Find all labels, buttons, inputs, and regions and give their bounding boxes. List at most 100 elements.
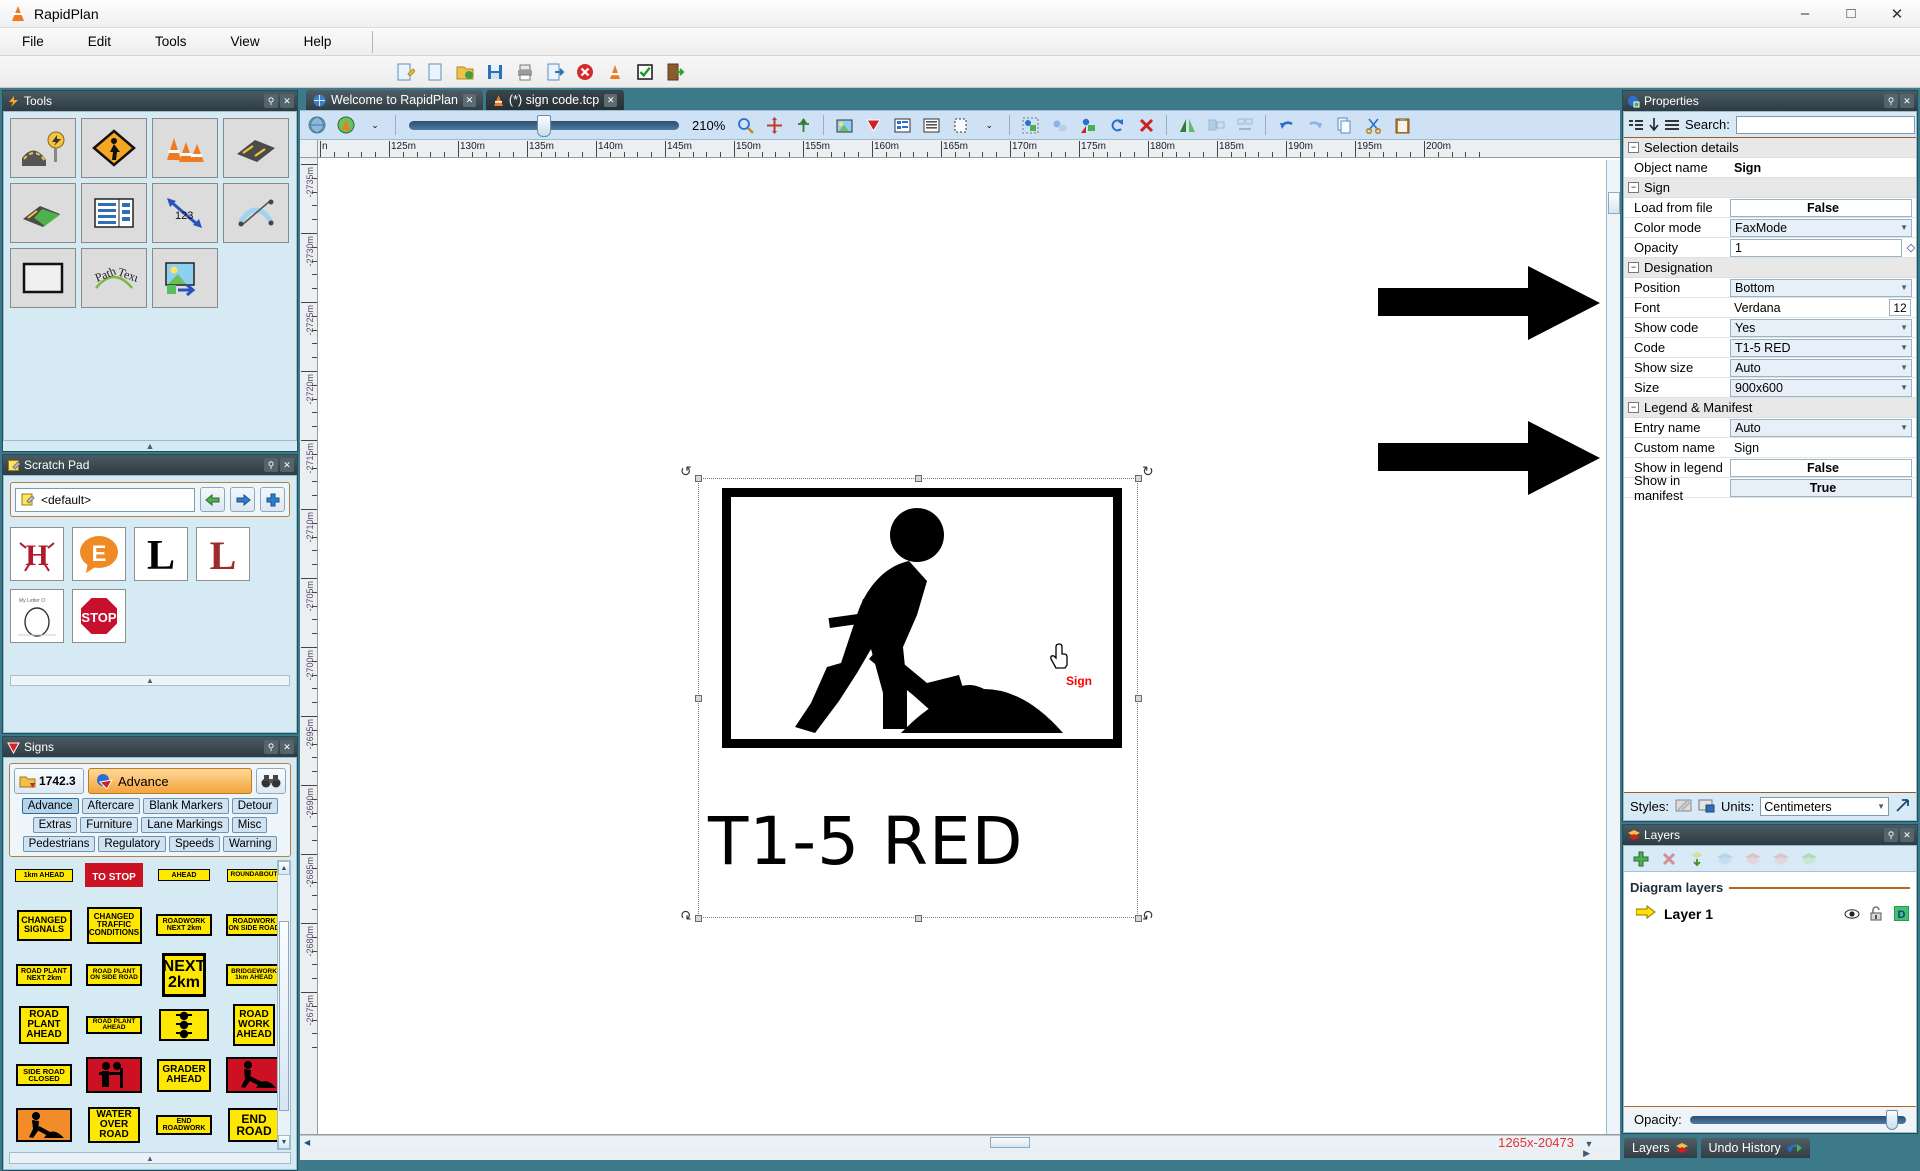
pin-icon[interactable]: ⚲ [264, 458, 278, 472]
chevron-down-icon[interactable]: ⌄ [362, 112, 388, 138]
select-region-icon[interactable] [1017, 112, 1043, 138]
sign-item[interactable]: BRIDGEWORK 1km AHEAD [223, 952, 285, 998]
binoculars-icon[interactable] [256, 768, 286, 794]
delete-icon[interactable] [570, 58, 600, 86]
vertical-ruler[interactable]: -2735m -2730m -2725m -2720m -2715m -2710m -270… [300, 158, 318, 1134]
unlock-icon[interactable] [1868, 905, 1885, 922]
sign-tag-warning[interactable]: Warning [222, 836, 278, 852]
scratch-pad-item[interactable]: H [10, 527, 64, 581]
align-icon[interactable] [1203, 112, 1229, 138]
open-folder-icon[interactable] [450, 58, 480, 86]
property-group-sign[interactable]: − Sign [1624, 178, 1916, 198]
add-layer-icon[interactable] [1632, 850, 1650, 868]
sign-item[interactable]: NEXT 2km [153, 952, 215, 998]
resize-handle-bc[interactable] [915, 915, 922, 922]
worksite-icon[interactable] [333, 112, 359, 138]
close-button[interactable]: ✕ [1874, 0, 1920, 28]
sign-item[interactable]: ROAD PLANT ON SIDE ROAD [83, 952, 145, 998]
sign-tag-blank-markers[interactable]: Blank Markers [143, 798, 229, 814]
sign-tag-speeds[interactable]: Speeds [168, 836, 220, 852]
scratch-pad-prev-button[interactable] [200, 487, 225, 512]
scratch-pad-item[interactable]: L [134, 527, 188, 581]
scratch-pad-add-button[interactable] [260, 487, 285, 512]
delete-layer-icon[interactable] [1660, 850, 1678, 868]
menu-edit[interactable]: Edit [66, 30, 133, 53]
pin-icon[interactable]: ⚲ [264, 740, 278, 754]
property-value-combo[interactable]: Yes ▼ [1730, 318, 1912, 337]
collapse-expander[interactable]: − [1628, 142, 1639, 153]
property-value-combo[interactable]: Auto ▼ [1730, 358, 1912, 377]
sign-item[interactable]: AHEAD [153, 860, 215, 898]
font-size-field[interactable]: 12 [1889, 299, 1911, 316]
tools-collapse-handle[interactable]: ▲ [3, 441, 297, 451]
sign-tag-pedestrians[interactable]: Pedestrians [22, 836, 96, 852]
resize-handle-tl[interactable] [695, 475, 702, 482]
save-icon[interactable] [480, 58, 510, 86]
sign-tag-lane-markings[interactable]: Lane Markings [141, 817, 229, 833]
sign-graphic[interactable] [722, 488, 1122, 748]
property-value-combo[interactable]: 900x600 ▼ [1730, 378, 1912, 397]
property-value-combo[interactable]: FaxMode ▼ [1730, 218, 1912, 237]
ungroup-icon[interactable] [1075, 112, 1101, 138]
sign-item[interactable]: ROAD WORK AHEAD [223, 1002, 285, 1048]
scroll-up-icon[interactable]: ▲ [278, 861, 290, 875]
sign-item[interactable]: SIDE ROAD CLOSED [13, 1052, 75, 1098]
sign-category-button[interactable]: Advance [88, 768, 252, 794]
page-icon[interactable] [947, 112, 973, 138]
cut-icon[interactable] [1360, 112, 1386, 138]
categorized-icon[interactable] [1629, 117, 1643, 133]
image-icon[interactable] [831, 112, 857, 138]
bottom-tab-layers[interactable]: Layers [1624, 1138, 1697, 1158]
copy-icon[interactable] [1331, 112, 1357, 138]
diagram-badge-icon[interactable]: D [1893, 905, 1910, 922]
sign-item[interactable]: ROAD PLANT AHEAD [13, 1002, 75, 1048]
exit-icon[interactable] [660, 58, 690, 86]
spinner-icon[interactable]: ◇ [1906, 241, 1916, 254]
zoom-slider-thumb[interactable] [537, 114, 551, 137]
menu-help[interactable]: Help [282, 30, 354, 53]
tool-curve[interactable] [223, 183, 289, 243]
close-icon[interactable]: ✕ [280, 740, 294, 754]
tool-cones[interactable] [152, 118, 218, 178]
pin-icon[interactable]: ⚲ [1884, 828, 1898, 842]
scratch-pad-item[interactable]: E [72, 527, 126, 581]
pin-icon[interactable]: ⚲ [1884, 94, 1898, 108]
undo-icon[interactable] [1273, 112, 1299, 138]
sign-tag-regulatory[interactable]: Regulatory [98, 836, 166, 852]
sign-item[interactable]: TO STOP [83, 860, 145, 898]
scrollbar-thumb[interactable] [279, 921, 289, 1111]
opacity-slider[interactable] [1689, 1109, 1906, 1130]
tool-mesh-road[interactable] [10, 183, 76, 243]
import-layer-icon[interactable] [1688, 850, 1706, 868]
style-save-icon[interactable] [1698, 798, 1715, 816]
sign-item[interactable]: ROADWORK NEXT 2km [153, 902, 215, 948]
canvas-vertical-scrollbar[interactable] [1606, 160, 1620, 1134]
sign-item[interactable]: GRADER AHEAD [153, 1052, 215, 1098]
property-value-spin[interactable]: 1 [1730, 238, 1902, 257]
rotate-handle-tl[interactable]: ↺ [680, 463, 692, 480]
paste-icon[interactable] [1389, 112, 1415, 138]
horizontal-ruler[interactable]: n 125m 130m 135m 140m 145m 150m 155m 160m 165m 170… [318, 140, 1620, 158]
tool-dimension[interactable]: 123 [152, 183, 218, 243]
scratch-pad-set-combo[interactable]: <default> [15, 487, 195, 512]
signs-horizontal-scrollbar[interactable]: ▲ [9, 1152, 291, 1164]
tab-welcome[interactable]: Welcome to RapidPlan ✕ [306, 90, 483, 110]
sign-tag-extras[interactable]: Extras [32, 817, 78, 833]
move-up-layer-icon[interactable] [1716, 850, 1734, 868]
property-value-toggle[interactable]: True [1730, 478, 1912, 497]
scroll-down-icon[interactable]: ▼ [278, 1135, 290, 1149]
globe-icon[interactable] [304, 112, 330, 138]
sign-item[interactable]: ROADWORK ON SIDE ROAD [223, 902, 285, 948]
menu-view[interactable]: View [209, 30, 282, 53]
canvas-horizontal-scrollbar[interactable]: ◀ [300, 1135, 1620, 1149]
rotate-handle-br[interactable]: ↺ [1142, 906, 1154, 923]
rotate-handle-bl[interactable]: ↺ [680, 906, 692, 923]
rotate-icon[interactable] [1104, 112, 1130, 138]
scratch-pad-item[interactable]: STOP [72, 589, 126, 643]
opacity-slider-thumb[interactable] [1886, 1109, 1898, 1130]
sign-tag-advance[interactable]: Advance [21, 798, 79, 814]
bottom-tab-undo-history[interactable]: Undo History [1700, 1138, 1810, 1158]
move-down-layer-icon[interactable] [1744, 850, 1762, 868]
property-group-selection-details[interactable]: − Selection details [1624, 138, 1916, 158]
sign-item[interactable]: ROUNDABOUT [223, 860, 285, 898]
